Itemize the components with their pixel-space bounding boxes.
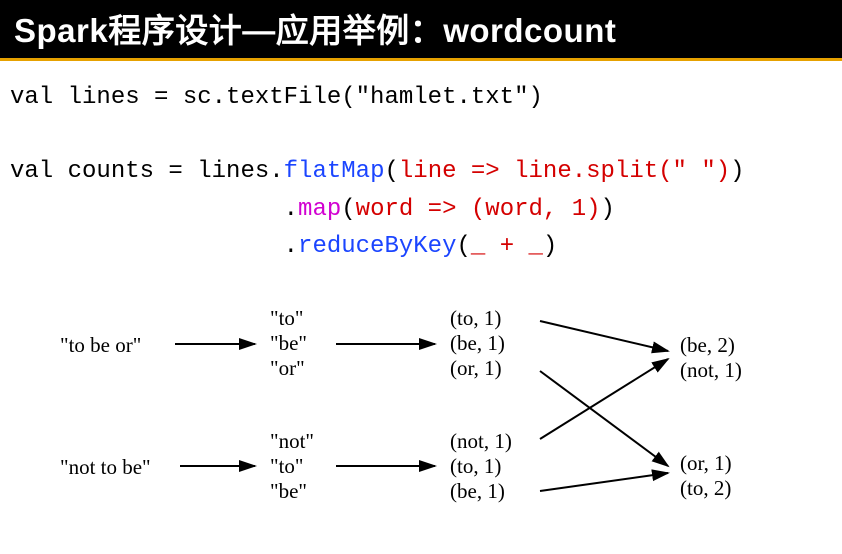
arrow-icon xyxy=(540,473,668,491)
arrow-icon xyxy=(540,371,668,466)
dataflow-diagram: "to be or" "not to be" "to" "be" "or" "n… xyxy=(0,271,842,541)
code-line-1: val lines = sc.textFile("hamlet.txt") xyxy=(10,84,543,111)
code-method-flatmap: flatMap xyxy=(284,158,385,185)
code-seg: ( xyxy=(384,158,398,185)
arrow-icon xyxy=(540,321,668,351)
code-seg: val counts = lines. xyxy=(10,158,284,185)
code-seg: ) xyxy=(730,158,744,185)
code-seg: ) xyxy=(543,233,557,260)
code-seg: val lines = sc.textFile( xyxy=(10,84,356,111)
code-line-2: val counts = lines.flatMap(line => line.… xyxy=(10,158,745,185)
code-line-4: .reduceByKey(_ + _) xyxy=(10,233,557,260)
code-seg: . xyxy=(10,196,298,223)
code-line-3: .map(word => (word, 1)) xyxy=(10,196,615,223)
slide-title: Spark程序设计—应用举例：wordcount xyxy=(0,0,842,61)
code-string-literal: "hamlet.txt" xyxy=(356,84,529,111)
code-method-reducebykey: reduceByKey xyxy=(298,233,456,260)
code-block: val lines = sc.textFile("hamlet.txt") va… xyxy=(0,61,842,271)
code-lambda: _ + _ xyxy=(471,233,543,260)
code-lambda: word => (word, 1) xyxy=(356,196,601,223)
arrows-layer xyxy=(0,271,842,541)
arrow-icon xyxy=(540,359,668,439)
code-seg: . xyxy=(10,233,298,260)
code-seg: ) xyxy=(601,196,615,223)
code-lambda: line => line.split(" ") xyxy=(399,158,730,185)
code-seg: ) xyxy=(528,84,542,111)
code-method-map: map xyxy=(298,196,341,223)
code-seg: ( xyxy=(456,233,470,260)
code-seg: ( xyxy=(341,196,355,223)
